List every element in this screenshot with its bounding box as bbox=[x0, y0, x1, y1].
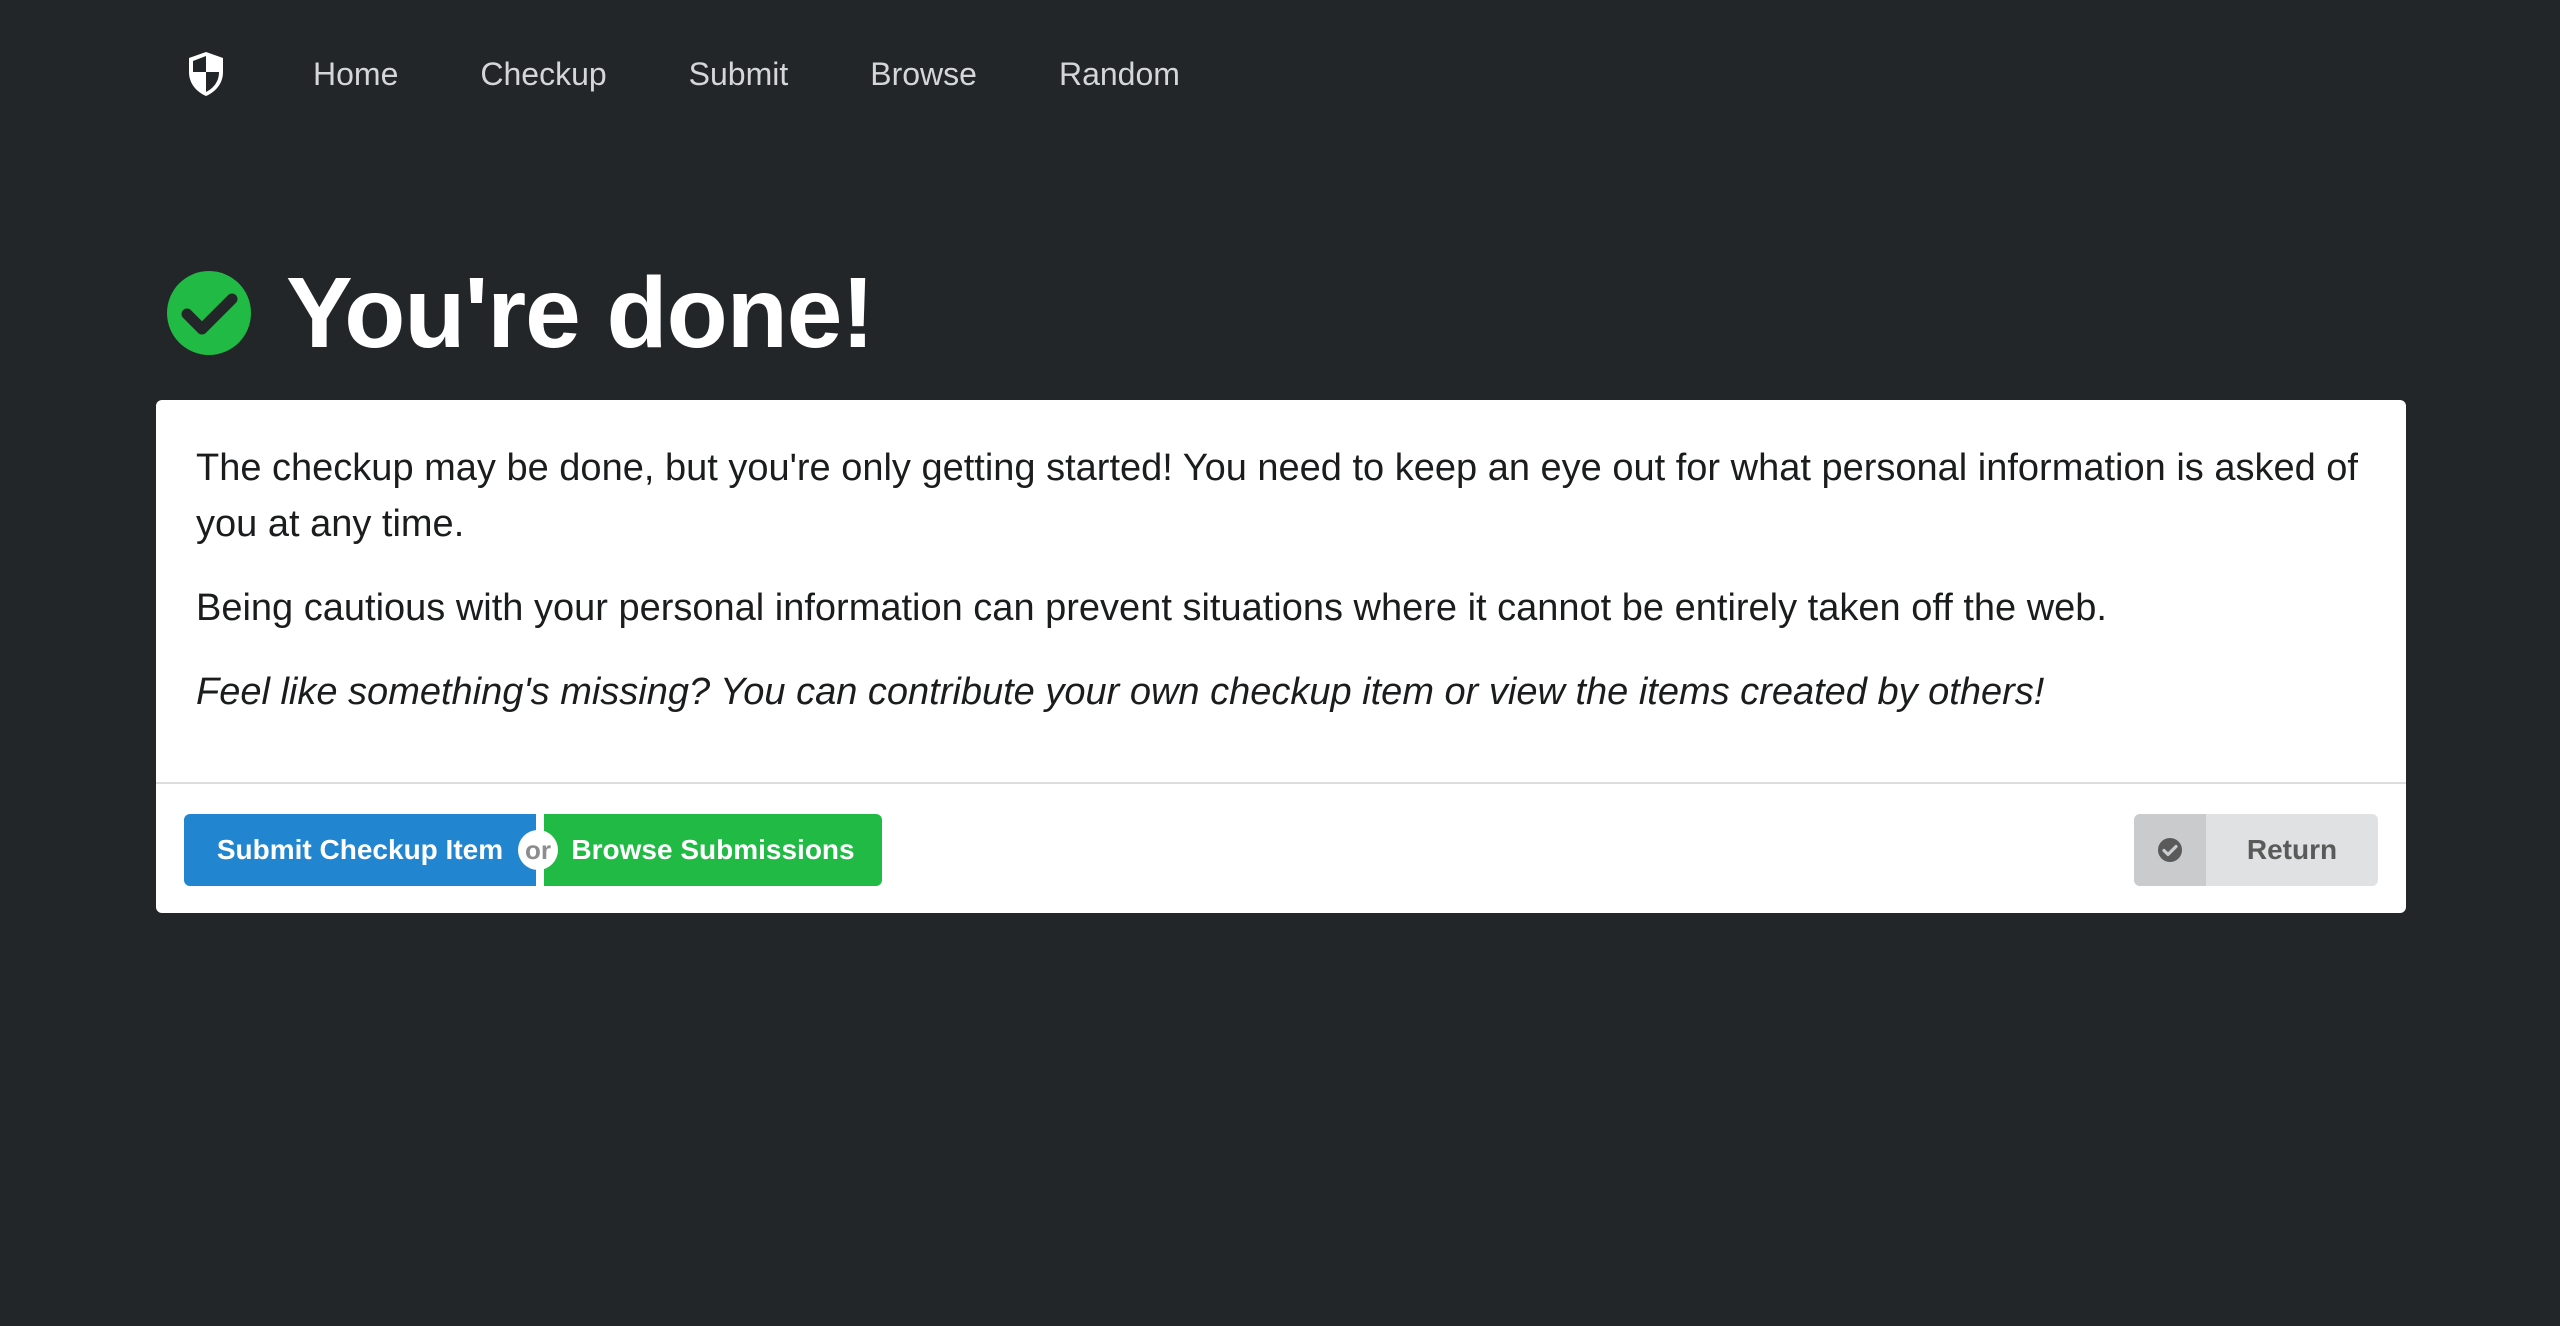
completion-card: The checkup may be done, but you're only… bbox=[156, 400, 2406, 913]
contribute-paragraph: Feel like something's missing? You can c… bbox=[196, 671, 2045, 713]
card-content: The checkup may be done, but you're only… bbox=[156, 400, 2406, 784]
nav-link-browse[interactable]: Browse bbox=[870, 56, 977, 93]
return-button[interactable]: Return bbox=[2134, 814, 2378, 886]
shield-icon[interactable] bbox=[186, 50, 226, 98]
card-actions: Submit Checkup Item or Browse Submission… bbox=[156, 784, 2406, 911]
nav-link-home[interactable]: Home bbox=[313, 56, 398, 93]
check-circle-icon bbox=[2134, 814, 2206, 886]
page-title: You're done! bbox=[286, 256, 875, 369]
submit-checkup-item-button[interactable]: Submit Checkup Item bbox=[184, 814, 536, 886]
top-nav: Home Checkup Submit Browse Random bbox=[0, 0, 2560, 150]
intro-paragraph: The checkup may be done, but you're only… bbox=[196, 447, 2358, 545]
check-circle-icon bbox=[166, 270, 252, 356]
or-divider: or bbox=[518, 830, 558, 870]
nav-link-checkup[interactable]: Checkup bbox=[480, 56, 606, 93]
nav-link-random[interactable]: Random bbox=[1059, 56, 1180, 93]
page-header: You're done! bbox=[166, 248, 875, 378]
browse-submissions-button[interactable]: Browse Submissions bbox=[544, 814, 882, 886]
return-button-label: Return bbox=[2246, 834, 2338, 865]
nav-links: Home Checkup Submit Browse Random bbox=[313, 50, 1262, 98]
nav-link-submit[interactable]: Submit bbox=[689, 56, 789, 93]
action-button-group: Submit Checkup Item or Browse Submission… bbox=[184, 814, 882, 886]
caution-paragraph: Being cautious with your personal inform… bbox=[196, 587, 2107, 629]
